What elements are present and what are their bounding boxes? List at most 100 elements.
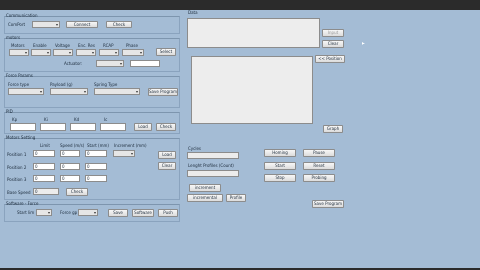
motors-header-encres: Enc. Res bbox=[78, 43, 95, 48]
position-3-label: Position 3 bbox=[7, 177, 27, 182]
position-1-start[interactable]: 0 bbox=[85, 150, 107, 157]
start-button[interactable]: Start bbox=[264, 162, 296, 170]
position-2-label: Position 2 bbox=[7, 165, 27, 170]
motors-setting-load-button[interactable]: Load bbox=[158, 151, 176, 159]
lenght-profiles-label: Lenght Profiles (Count) bbox=[188, 163, 234, 168]
actuator-input[interactable] bbox=[130, 60, 160, 67]
chevron-down-icon: ▾ bbox=[47, 210, 50, 215]
graph-button[interactable]: Graph bbox=[323, 125, 343, 133]
speed-header: Speed (m/s) bbox=[60, 143, 85, 148]
chevron-down-icon: ▾ bbox=[130, 151, 133, 156]
limit-header: Limit bbox=[40, 143, 50, 148]
motors-header-phase: Phase bbox=[126, 43, 138, 48]
rcap-select[interactable]: ▾ bbox=[99, 49, 119, 56]
actuator-label: Actuator: bbox=[64, 61, 83, 66]
force-params-title: Force Params bbox=[6, 73, 33, 78]
chevron-down-icon: ▾ bbox=[68, 50, 71, 55]
force-type-label: Force type bbox=[8, 82, 30, 87]
ki-input[interactable] bbox=[40, 123, 66, 131]
homing-button[interactable]: Homing bbox=[264, 149, 296, 157]
increment-button[interactable]: increment bbox=[189, 184, 221, 192]
chevron-down-icon: ▾ bbox=[39, 89, 42, 94]
profile-button[interactable]: Profile bbox=[226, 194, 246, 202]
base-speed-label: Base Speed bbox=[7, 190, 31, 195]
stop-button[interactable]: Stop bbox=[264, 174, 296, 182]
force-gp-select[interactable]: ▾ bbox=[78, 209, 98, 216]
start-lim-label: Start lim bbox=[17, 210, 35, 215]
position-button[interactable]: << Position bbox=[315, 55, 345, 63]
pause-button[interactable]: Pause bbox=[303, 149, 335, 157]
chevron-down-icon: ▾ bbox=[139, 50, 142, 55]
position-1-limit[interactable]: 0 bbox=[33, 150, 55, 157]
pid-load-button[interactable]: Load bbox=[134, 123, 152, 131]
force-save-program-button[interactable]: Save Program bbox=[148, 88, 178, 96]
encres-select[interactable]: ▾ bbox=[76, 49, 96, 56]
motors-select-button[interactable]: Select bbox=[156, 48, 176, 56]
ic-input[interactable] bbox=[100, 123, 126, 131]
pid-header-ki: Ki bbox=[44, 117, 48, 122]
position-1-increment[interactable]: ▾ bbox=[113, 150, 135, 157]
motors-setting-title: Motors Setting bbox=[6, 135, 36, 140]
data-output-area bbox=[187, 18, 320, 48]
motors-title: motors bbox=[6, 35, 21, 40]
motors-header-rcap: RCAP bbox=[103, 43, 114, 48]
position-2-start[interactable]: 0 bbox=[85, 163, 107, 170]
chevron-down-icon: ▾ bbox=[91, 50, 94, 55]
comport-select[interactable]: ▾ bbox=[32, 21, 60, 28]
chevron-down-icon: ▾ bbox=[93, 210, 96, 215]
enable-select[interactable]: ▾ bbox=[31, 49, 51, 56]
position-1-speed[interactable]: 0 bbox=[60, 150, 80, 157]
kp-input[interactable] bbox=[10, 123, 36, 131]
probing-button[interactable]: Probing bbox=[303, 174, 335, 182]
position-2-speed[interactable]: 0 bbox=[60, 163, 80, 170]
pid-header-kd: Kd bbox=[74, 117, 80, 122]
chevron-down-icon: ▾ bbox=[114, 50, 117, 55]
lenght-profiles-input[interactable] bbox=[187, 170, 239, 177]
chevron-down-icon: ▾ bbox=[46, 50, 49, 55]
chevron-down-icon: ▾ bbox=[55, 22, 58, 27]
phase-select[interactable]: ▾ bbox=[122, 49, 144, 56]
comm-check-button[interactable]: Check bbox=[106, 21, 132, 28]
chevron-down-icon: ▾ bbox=[135, 89, 138, 94]
position-3-start[interactable]: 0 bbox=[85, 175, 107, 182]
spring-type-select[interactable]: ▾ bbox=[94, 88, 140, 95]
data-clear-button[interactable]: Clear bbox=[322, 40, 344, 48]
comport-label: ComPort bbox=[8, 22, 26, 27]
software-button[interactable]: Software bbox=[132, 209, 154, 217]
cycles-input[interactable] bbox=[187, 152, 239, 159]
position-1-label: Position 1 bbox=[7, 152, 27, 157]
software-save-button[interactable]: Save bbox=[108, 209, 128, 217]
pid-header-kp: Kp bbox=[12, 117, 18, 122]
data-title: Data bbox=[188, 10, 198, 15]
payload-select[interactable]: ▾ bbox=[50, 88, 88, 95]
reset-button[interactable]: Reset bbox=[303, 162, 335, 170]
motors-header-enable: Enable bbox=[33, 43, 47, 48]
position-2-limit[interactable]: 0 bbox=[33, 163, 55, 170]
kd-input[interactable] bbox=[70, 123, 96, 131]
position-3-limit[interactable]: 0 bbox=[33, 175, 55, 182]
motors-header-voltage: Voltage bbox=[55, 43, 71, 48]
actuator-select[interactable]: ▾ bbox=[96, 60, 124, 67]
pid-check-button[interactable]: Check bbox=[156, 123, 176, 131]
software-force-title: Software - Force bbox=[6, 201, 39, 206]
voltage-select[interactable]: ▾ bbox=[53, 49, 73, 56]
connect-button[interactable]: Connect bbox=[66, 21, 98, 28]
start-lim-select[interactable]: ▾ bbox=[36, 209, 52, 216]
input-button[interactable]: Input bbox=[322, 29, 344, 37]
base-speed-input[interactable]: 0 bbox=[33, 188, 59, 195]
base-speed-check-button[interactable]: Check bbox=[66, 188, 88, 196]
pid-title: PID bbox=[6, 109, 13, 114]
motors-header-motors: Motors bbox=[11, 43, 25, 48]
spring-type-label: Spring Type bbox=[94, 82, 118, 87]
start-header: Start (mm) bbox=[87, 143, 109, 148]
push-button[interactable]: Push bbox=[158, 209, 178, 217]
motors-setting-clear-button[interactable]: Clear bbox=[158, 162, 176, 170]
increment-header: Increment (mm) bbox=[114, 143, 147, 148]
payload-label: Payload (g) bbox=[50, 82, 73, 87]
force-type-select[interactable]: ▾ bbox=[8, 88, 44, 95]
incremental-button[interactable]: incremental bbox=[187, 194, 223, 202]
communication-title: Communication bbox=[6, 13, 38, 18]
motors-select[interactable]: ▾ bbox=[9, 49, 29, 56]
position-3-speed[interactable]: 0 bbox=[60, 175, 80, 182]
main-save-program-button[interactable]: Save Program bbox=[312, 200, 344, 208]
